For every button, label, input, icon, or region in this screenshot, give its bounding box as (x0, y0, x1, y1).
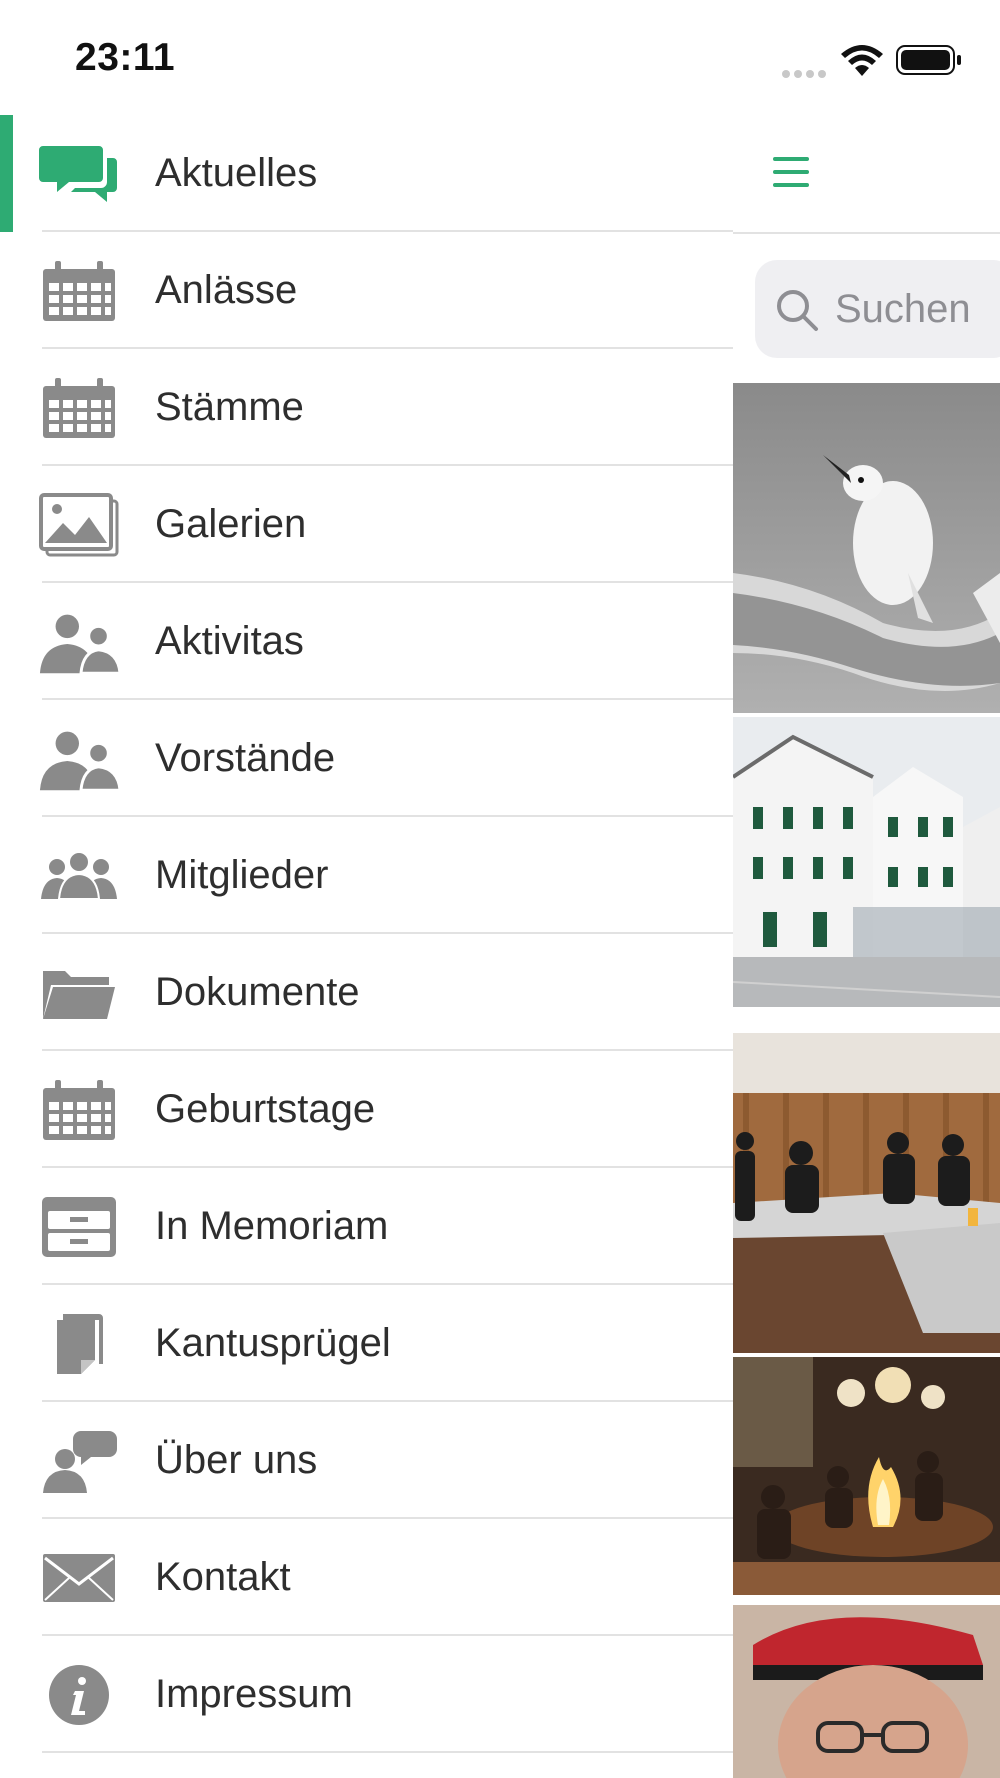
image-gallery-icon (38, 493, 120, 557)
menu-item-staemme[interactable]: Stämme (0, 349, 733, 466)
menu-item-mitglieder[interactable]: Mitglieder (0, 817, 733, 934)
menu-item-label: Über uns (155, 1438, 318, 1482)
chat-bubbles-icon (38, 142, 120, 206)
feed-image-bird[interactable] (733, 383, 1000, 713)
feed-image-meeting[interactable] (733, 1033, 1000, 1353)
envelope-icon (38, 1546, 120, 1610)
menu-item-label: Vorstände (155, 736, 336, 780)
cellular-signal-icon (782, 65, 830, 78)
status-time: 23:11 (75, 36, 176, 79)
divider (42, 1751, 733, 1753)
two-people-icon (38, 610, 120, 674)
menu-item-dokumente[interactable]: Dokumente (0, 934, 733, 1051)
menu-item-galerien[interactable]: Galerien (0, 466, 733, 583)
menu-item-impressum[interactable]: Impressum (0, 1636, 733, 1753)
menu-item-ueber-uns[interactable]: Über uns (0, 1402, 733, 1519)
calendar-icon (38, 376, 120, 440)
menu-item-label: Kontakt (155, 1555, 291, 1599)
calendar-icon (38, 259, 120, 323)
divider (733, 232, 1000, 234)
calendar-icon (38, 1078, 120, 1142)
search-icon (777, 290, 818, 331)
menu-item-label: Galerien (155, 502, 307, 546)
menu-item-kontakt[interactable]: Kontakt (0, 1519, 733, 1636)
menu-item-label: Aktivitas (155, 619, 304, 663)
menu-item-label: Kantusprügel (155, 1321, 391, 1365)
folder-icon (38, 961, 120, 1025)
menu-item-kantuspruegel[interactable]: Kantusprügel (0, 1285, 733, 1402)
battery-icon (896, 45, 961, 75)
person-speech-icon (38, 1429, 120, 1493)
document-icon (38, 1312, 120, 1376)
menu-item-label: Anlässe (155, 268, 298, 312)
menu-item-vorstaende[interactable]: Vorstände (0, 700, 733, 817)
group-icon (38, 844, 120, 908)
content-panel: Suchen (733, 115, 1000, 1778)
menu-item-label: Mitglieder (155, 853, 329, 897)
menu-item-aktuelles[interactable]: Aktuelles (0, 115, 733, 232)
menu-item-geburtstage[interactable]: Geburtstage (0, 1051, 733, 1168)
wifi-icon (841, 45, 883, 76)
active-indicator (0, 115, 13, 232)
feed-image-building[interactable] (733, 717, 1000, 1007)
menu-item-label: Aktuelles (155, 151, 318, 195)
menu-item-label: Geburtstage (155, 1087, 376, 1131)
menu-item-anlaesse[interactable]: Anlässe (0, 232, 733, 349)
menu-item-aktivitas[interactable]: Aktivitas (0, 583, 733, 700)
side-menu: Aktuelles Anlässe Stämme Galerien Aktivi… (0, 115, 733, 1778)
menu-item-in-memoriam[interactable]: In Memoriam (0, 1168, 733, 1285)
feed-image-fire[interactable] (733, 1357, 1000, 1595)
menu-item-label: Stämme (155, 385, 304, 429)
feed-image-portrait[interactable] (733, 1605, 1000, 1778)
menu-item-label: Impressum (155, 1672, 353, 1716)
two-people-icon (38, 727, 120, 791)
menu-item-label: Dokumente (155, 970, 360, 1014)
search-input[interactable]: Suchen (755, 260, 1000, 358)
menu-item-label: In Memoriam (155, 1204, 389, 1248)
info-icon (38, 1663, 120, 1727)
hamburger-menu-icon[interactable] (773, 157, 809, 189)
status-bar: 23:11 (0, 0, 1000, 115)
search-placeholder: Suchen (835, 287, 971, 331)
archive-drawer-icon (38, 1195, 120, 1259)
